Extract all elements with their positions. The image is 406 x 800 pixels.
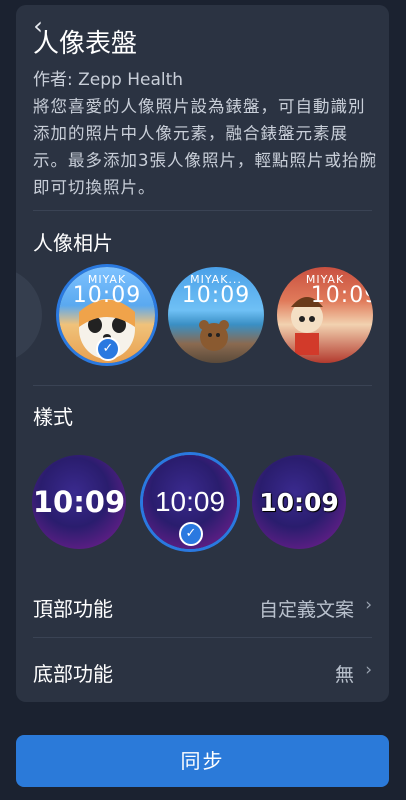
author-text: 作者: Zepp Health	[33, 70, 184, 90]
divider	[33, 385, 372, 386]
chevron-right-icon: ›	[365, 660, 372, 680]
style-time: 10:09	[259, 487, 339, 517]
top-function-row[interactable]: 頂部功能 自定義文案 ›	[33, 575, 372, 635]
sync-button[interactable]: 同步	[16, 735, 389, 787]
style-option-bold[interactable]: 10:09	[32, 455, 126, 549]
photos-section-title: 人像相片	[33, 231, 113, 255]
add-photo-button[interactable]	[16, 267, 42, 363]
style-section-title: 樣式	[33, 405, 73, 429]
check-icon: ✓	[179, 522, 203, 546]
chevron-right-icon: ›	[365, 595, 372, 615]
photo-item-2[interactable]: MIYAK... 10:09	[168, 267, 264, 363]
photo-time: 10:09	[181, 283, 251, 308]
check-icon: ✓	[96, 337, 120, 361]
bottom-function-label: 底部功能	[33, 662, 113, 686]
style-option-outline[interactable]: 10:09	[252, 455, 346, 549]
style-time: 10:09	[32, 485, 126, 519]
photo-list: MIYAK 10:09 ✓ MIYAK... 10:09 MIYAK 10:09	[16, 267, 389, 367]
top-function-label: 頂部功能	[33, 597, 113, 621]
bottom-function-row[interactable]: 底部功能 無 ›	[33, 640, 372, 700]
watchface-card: ‹ 人像表盤 作者: Zepp Health 將您喜愛的人像照片設為錶盤，可自動…	[16, 5, 389, 702]
style-time: 10:09	[154, 486, 226, 517]
divider	[33, 210, 372, 211]
top-function-value: 自定義文案	[258, 599, 354, 621]
divider	[33, 637, 372, 638]
photo-time: 10:09	[310, 283, 373, 308]
description-text: 將您喜愛的人像照片設為錶盤，可自動識別添加的照片中人像元素，融合錶盤元素展示。最…	[33, 97, 377, 197]
bottom-function-value: 無	[334, 664, 354, 686]
photo-item-3[interactable]: MIYAK 10:09	[277, 267, 373, 363]
photo-time: 10:09	[72, 283, 142, 308]
page-title: 人像表盤	[33, 29, 138, 59]
style-list: 10:09 10:09 ✓ 10:09	[16, 455, 389, 555]
